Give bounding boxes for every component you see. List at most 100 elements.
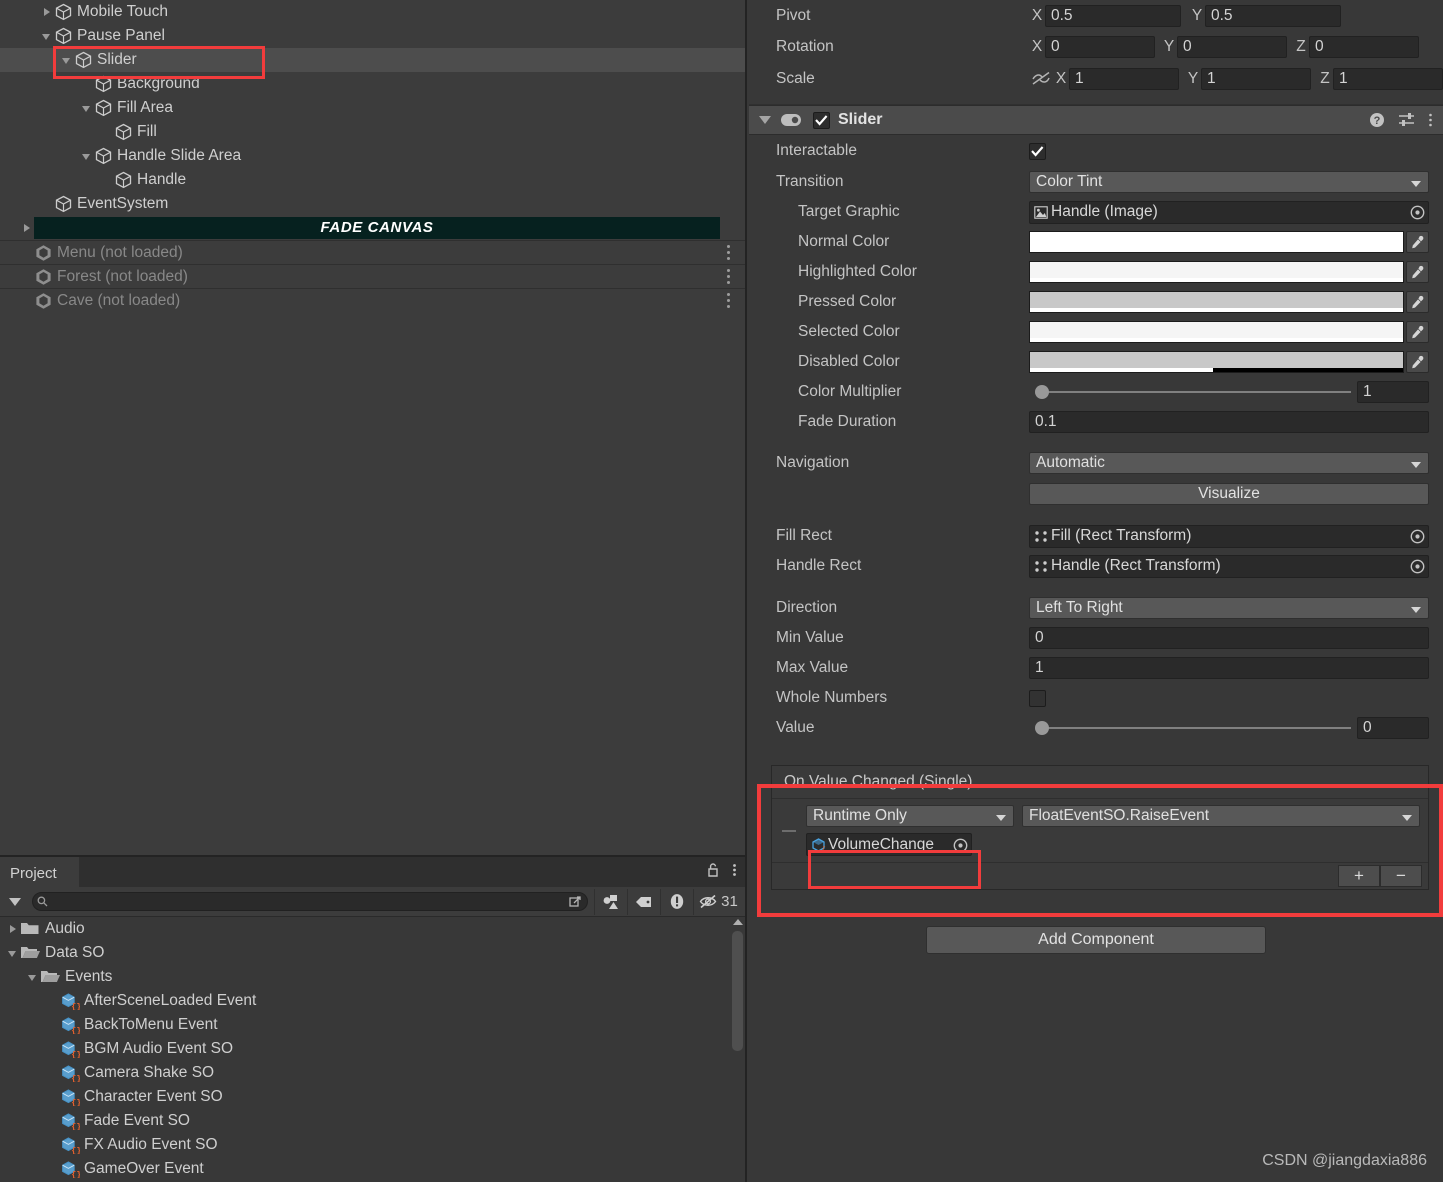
fade-canvas-banner[interactable]: FADE CANVAS bbox=[34, 217, 720, 239]
chevron-down-icon[interactable] bbox=[6, 946, 20, 960]
kebab-menu-icon[interactable] bbox=[727, 269, 731, 285]
project-asset-tree[interactable]: Audio Data SO Events {} AfterSceneLoaded Eve… bbox=[0, 917, 745, 1182]
hierarchy-panel[interactable]: Mobile Touch Pause Panel Slider Background F… bbox=[0, 0, 745, 855]
kebab-menu-icon[interactable] bbox=[1428, 112, 1433, 128]
add-event-button[interactable]: + bbox=[1338, 865, 1380, 887]
hierarchy-row[interactable]: Background bbox=[0, 72, 745, 96]
navigation-dropdown[interactable]: Automatic bbox=[1029, 452, 1429, 474]
search-input-wrapper[interactable] bbox=[32, 892, 588, 911]
event-mode-dropdown[interactable]: Runtime Only bbox=[806, 805, 1014, 827]
asset-row[interactable]: {} Fade Event SO bbox=[0, 1109, 745, 1133]
component-toggle-icon[interactable] bbox=[781, 113, 805, 127]
search-in-project-icon[interactable] bbox=[569, 895, 583, 909]
label-filter-icon[interactable] bbox=[627, 888, 660, 915]
hierarchy-row[interactable]: Menu (not loaded) bbox=[0, 240, 745, 264]
chevron-down-icon[interactable] bbox=[80, 149, 94, 163]
hierarchy-row[interactable]: Fill bbox=[0, 120, 745, 144]
chevron-right-icon[interactable] bbox=[6, 922, 20, 936]
value-slider[interactable] bbox=[1029, 717, 1357, 739]
slider-enabled-checkbox[interactable] bbox=[813, 111, 830, 129]
remove-event-button[interactable]: − bbox=[1380, 865, 1422, 887]
pivot-x-field[interactable]: 0.5 bbox=[1045, 4, 1181, 27]
object-picker-icon[interactable] bbox=[1408, 204, 1426, 222]
interactable-checkbox[interactable] bbox=[1029, 142, 1046, 160]
chevron-down-icon[interactable] bbox=[40, 29, 54, 43]
visualize-button[interactable]: Visualize bbox=[1029, 483, 1429, 505]
fade-duration-field[interactable]: 0.1 bbox=[1029, 411, 1429, 433]
asset-row[interactable]: Audio bbox=[0, 917, 745, 941]
drag-handle-icon[interactable] bbox=[782, 805, 798, 856]
eyedropper-icon[interactable] bbox=[1406, 261, 1429, 283]
hierarchy-row[interactable]: Fill Area bbox=[0, 96, 745, 120]
hierarchy-row[interactable]: Mobile Touch bbox=[0, 0, 745, 24]
hierarchy-row[interactable]: Pause Panel bbox=[0, 24, 745, 48]
scale-z-field[interactable]: 1 bbox=[1333, 67, 1443, 90]
chevron-down-icon[interactable] bbox=[80, 101, 94, 115]
object-picker-icon[interactable] bbox=[1408, 528, 1426, 546]
color-swatch[interactable] bbox=[1029, 291, 1404, 313]
hierarchy-row[interactable]: Handle bbox=[0, 168, 745, 192]
eyedropper-icon[interactable] bbox=[1406, 321, 1429, 343]
color-swatch[interactable] bbox=[1029, 261, 1404, 283]
handle-rect-field[interactable]: Handle (Rect Transform) bbox=[1029, 554, 1429, 578]
color-multiplier-slider[interactable] bbox=[1029, 381, 1357, 403]
color-swatch[interactable] bbox=[1029, 351, 1404, 373]
chevron-down-icon[interactable] bbox=[26, 970, 40, 984]
scale-y-field[interactable]: 1 bbox=[1201, 67, 1311, 90]
preset-icon[interactable] bbox=[1398, 112, 1415, 128]
rotation-y-field[interactable]: 0 bbox=[1177, 36, 1287, 58]
asset-row[interactable]: {} BackToMenu Event bbox=[0, 1013, 745, 1037]
chevron-down-icon[interactable] bbox=[2, 889, 28, 915]
eyedropper-icon[interactable] bbox=[1406, 351, 1429, 373]
color-swatch[interactable] bbox=[1029, 321, 1404, 343]
eyedropper-icon[interactable] bbox=[1406, 291, 1429, 313]
hidden-items-icon[interactable]: 31 bbox=[693, 888, 743, 915]
slider-knob[interactable] bbox=[1035, 385, 1049, 399]
hierarchy-row[interactable]: Slider bbox=[0, 48, 745, 72]
min-value-field[interactable]: 0 bbox=[1029, 627, 1429, 649]
object-picker-icon[interactable] bbox=[1408, 558, 1426, 576]
event-function-dropdown[interactable]: FloatEventSO.RaiseEvent bbox=[1022, 805, 1420, 827]
scale-x-field[interactable]: 1 bbox=[1069, 67, 1179, 90]
chevron-right-icon[interactable] bbox=[40, 5, 54, 19]
max-value-field[interactable]: 1 bbox=[1029, 657, 1429, 679]
target-graphic-field[interactable]: Handle (Image) bbox=[1029, 200, 1429, 224]
asset-row[interactable]: {} Camera Shake SO bbox=[0, 1061, 745, 1085]
pivot-y-field[interactable]: 0.5 bbox=[1205, 4, 1341, 27]
eyedropper-icon[interactable] bbox=[1406, 231, 1429, 253]
asset-row[interactable]: {} BGM Audio Event SO bbox=[0, 1037, 745, 1061]
hierarchy-row[interactable]: FADE CANVAS bbox=[0, 216, 745, 240]
scrollbar-thumb[interactable] bbox=[732, 931, 743, 1051]
kebab-menu-icon[interactable] bbox=[732, 862, 737, 882]
hierarchy-row[interactable]: Cave (not loaded) bbox=[0, 288, 745, 312]
scroll-up-arrow-icon[interactable] bbox=[733, 919, 743, 925]
whole-numbers-checkbox[interactable] bbox=[1029, 689, 1046, 707]
help-icon[interactable]: ? bbox=[1369, 112, 1385, 128]
chevron-down-icon[interactable] bbox=[759, 116, 771, 124]
asset-row[interactable]: Events bbox=[0, 965, 745, 989]
transition-dropdown[interactable]: Color Tint bbox=[1029, 171, 1429, 193]
object-picker-icon[interactable] bbox=[951, 836, 969, 854]
asset-row[interactable]: Data SO bbox=[0, 941, 745, 965]
error-filter-icon[interactable] bbox=[660, 888, 693, 915]
asset-row[interactable]: {} FX Audio Event SO bbox=[0, 1133, 745, 1157]
slider-component-header[interactable]: Slider ? bbox=[749, 105, 1443, 135]
tab-project[interactable]: Project bbox=[0, 857, 79, 887]
slider-knob[interactable] bbox=[1035, 721, 1049, 735]
event-object-field[interactable]: {} VolumeChange bbox=[806, 833, 972, 856]
add-component-button[interactable]: Add Component bbox=[926, 926, 1266, 954]
kebab-menu-icon[interactable] bbox=[727, 245, 731, 261]
chevron-right-icon[interactable] bbox=[20, 221, 34, 235]
rotation-x-field[interactable]: 0 bbox=[1045, 36, 1155, 58]
chevron-down-icon[interactable] bbox=[60, 53, 74, 67]
asset-row[interactable]: {} GameOver Event bbox=[0, 1157, 745, 1181]
search-input[interactable] bbox=[52, 894, 569, 909]
hierarchy-row[interactable]: Handle Slide Area bbox=[0, 144, 745, 168]
asset-row[interactable]: {} Character Event SO bbox=[0, 1085, 745, 1109]
project-scrollbar[interactable] bbox=[732, 919, 743, 1180]
scale-link-off-icon[interactable] bbox=[1029, 71, 1053, 86]
color-swatch[interactable] bbox=[1029, 231, 1404, 253]
hierarchy-row[interactable]: EventSystem bbox=[0, 192, 745, 216]
type-filter-icon[interactable] bbox=[594, 888, 627, 915]
fill-rect-field[interactable]: Fill (Rect Transform) bbox=[1029, 524, 1429, 548]
